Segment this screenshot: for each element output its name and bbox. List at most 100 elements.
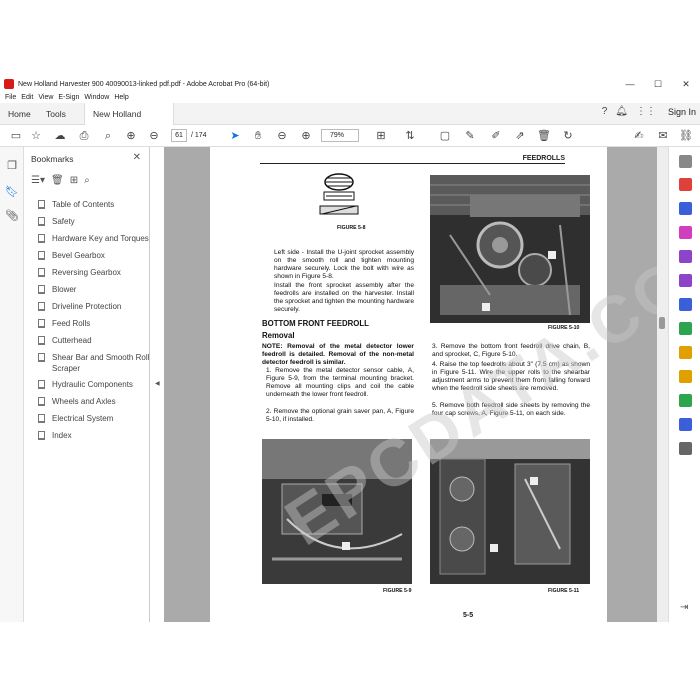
bookmark-label: Blower [52, 285, 77, 294]
minimize-button[interactable]: — [616, 77, 644, 91]
tab-home[interactable]: Home [8, 103, 31, 125]
scroll-mode-icon[interactable]: ⇅ [402, 128, 418, 144]
bookmark-icon [38, 200, 45, 209]
enhance-scans-icon[interactable] [679, 346, 692, 359]
zoom-in-icon[interactable]: ⊕ [298, 128, 314, 144]
vertical-scrollbar[interactable] [657, 147, 668, 622]
export-icon[interactable]: ⇗ [512, 128, 528, 144]
fit-page-icon[interactable]: ⊞ [373, 128, 389, 144]
document-viewport[interactable]: FEEDROLLS FIGURE 5-8 Left side - Install… [164, 147, 657, 622]
combine-files-icon[interactable] [679, 202, 692, 215]
menu-file[interactable]: File [5, 94, 16, 101]
attachment-icon[interactable]: 📎︎ [5, 209, 19, 223]
delete-bookmark-icon[interactable]: 🗑︎ [51, 175, 64, 186]
bookmark-item[interactable]: Bevel Gearbox [38, 250, 150, 262]
help-icon[interactable]: ? [602, 106, 608, 117]
menu-help[interactable]: Help [114, 94, 128, 101]
hand-tool-icon[interactable]: ✋︎ [250, 128, 266, 144]
acrobat-icon [4, 79, 14, 89]
bookmark-icon [38, 285, 45, 294]
tab-tools[interactable]: Tools [46, 103, 66, 125]
upload-icon[interactable]: ☁ [52, 128, 68, 144]
close-panel-icon[interactable]: ✕ [133, 152, 141, 163]
figure-5-9-caption: FIGURE 5-9 [383, 588, 412, 594]
sign-icon[interactable]: ✍︎ [631, 128, 647, 144]
bookmark-icon [38, 302, 45, 311]
bookmark-item[interactable]: Index [38, 430, 150, 442]
fill-sign-icon[interactable] [679, 274, 692, 287]
section-title: BOTTOM FRONT FEEDROLL [262, 319, 369, 328]
menu-view[interactable]: View [38, 94, 53, 101]
bookmark-panel-icon[interactable]: 🔖︎ [5, 185, 19, 199]
page-up-icon[interactable]: ⊕ [123, 128, 139, 144]
figure-5-9-image [262, 439, 412, 584]
bookmark-item[interactable]: Reversing Gearbox [38, 267, 150, 279]
figure-5-8-caption: FIGURE 5-8 [337, 225, 366, 231]
collapse-panel-icon[interactable]: ◀ [155, 380, 160, 387]
search-tool-icon[interactable] [679, 155, 692, 168]
share-link-icon[interactable]: ⛓︎ [678, 128, 694, 144]
bookmark-item[interactable]: Safety [38, 216, 150, 228]
pdf-page: FEEDROLLS FIGURE 5-8 Left side - Install… [210, 147, 657, 622]
highlight-icon[interactable]: ✎ [462, 128, 478, 144]
sign-in-button[interactable]: Sign In [668, 107, 696, 117]
search-icon[interactable]: ⌕ [100, 128, 116, 144]
bookmark-item[interactable]: Blower [38, 284, 150, 296]
organize-pages-icon[interactable] [679, 226, 692, 239]
email-icon[interactable]: ✉ [655, 128, 671, 144]
apps-grid-icon[interactable]: ⋮⋮ [636, 106, 656, 117]
bookmark-item[interactable]: Hardware Key and Torques [38, 233, 150, 245]
bookmark-item[interactable]: Feed Rolls [38, 318, 150, 330]
export-pdf-icon[interactable] [679, 298, 692, 311]
bookmark-item[interactable]: Table of Contents [38, 199, 150, 211]
delete-icon[interactable]: 🗑︎ [536, 128, 552, 144]
new-bookmark-icon[interactable]: ⊞ [70, 175, 78, 186]
create-pdf-icon[interactable] [679, 178, 692, 191]
bookmark-list: Table of Contents Safety Hardware Key an… [38, 199, 150, 447]
expand-panel-icon[interactable]: ⇥ [680, 602, 688, 613]
edit-pdf-icon[interactable] [679, 250, 692, 263]
more-tools-icon[interactable] [679, 442, 692, 455]
zoom-select[interactable]: 79% [321, 129, 359, 142]
bottom-margin [0, 622, 700, 700]
bookmark-item[interactable]: Electrical System [38, 413, 150, 425]
bookmark-icon [38, 397, 45, 406]
bell-icon[interactable]: 🔔︎ [615, 106, 628, 117]
comment-icon[interactable]: ▢ [437, 128, 453, 144]
draw-icon[interactable]: ✐ [488, 128, 504, 144]
bookmark-label: Bevel Gearbox [52, 251, 105, 260]
front-sprocket-paragraph: Install the front sprocket assembly afte… [274, 282, 414, 313]
new-file-icon[interactable]: ▭ [8, 128, 24, 144]
find-bookmark-icon[interactable]: ⌕ [84, 175, 90, 186]
scrollbar-thumb[interactable] [659, 317, 665, 329]
figure-5-11-photo [430, 439, 590, 584]
menu-window[interactable]: Window [84, 94, 109, 101]
tab-document[interactable]: New Holland Harve... ✕ [84, 103, 174, 141]
bookmark-item[interactable]: Shear Bar and Smooth Roll Scraper [38, 352, 150, 374]
menu-edit[interactable]: Edit [21, 94, 33, 101]
print-production-icon[interactable] [679, 394, 692, 407]
print-icon[interactable]: ⎙ [76, 128, 92, 144]
protect-icon[interactable] [679, 418, 692, 431]
bookmark-icon [38, 353, 45, 362]
page-number-input[interactable]: 61 [171, 129, 187, 142]
comment-tool-icon[interactable] [679, 370, 692, 383]
options-menu-icon[interactable]: ☰▾ [31, 175, 45, 186]
rotate-icon[interactable]: ↻ [560, 128, 576, 144]
maximize-button[interactable]: ☐ [644, 77, 672, 91]
figure-5-11-caption: FIGURE 5-11 [548, 588, 580, 594]
bookmark-item[interactable]: Hydraulic Components [38, 379, 150, 391]
compress-pdf-icon[interactable] [679, 322, 692, 335]
star-icon[interactable]: ☆ [28, 128, 44, 144]
step-2: 2. Remove the optional grain saver pan, … [266, 408, 414, 423]
close-window-button[interactable]: ✕ [672, 77, 700, 91]
bookmark-icon [38, 319, 45, 328]
menu-esign[interactable]: E-Sign [58, 94, 79, 101]
select-cursor-icon[interactable]: ➤ [227, 128, 243, 144]
zoom-out-icon[interactable]: ⊖ [274, 128, 290, 144]
bookmark-item[interactable]: Wheels and Axles [38, 396, 150, 408]
pages-thumbnail-icon[interactable]: ❐ [5, 159, 19, 173]
page-down-icon[interactable]: ⊖ [146, 128, 162, 144]
bookmark-item[interactable]: Cutterhead [38, 335, 150, 347]
bookmark-item[interactable]: Driveline Protection [38, 301, 150, 313]
